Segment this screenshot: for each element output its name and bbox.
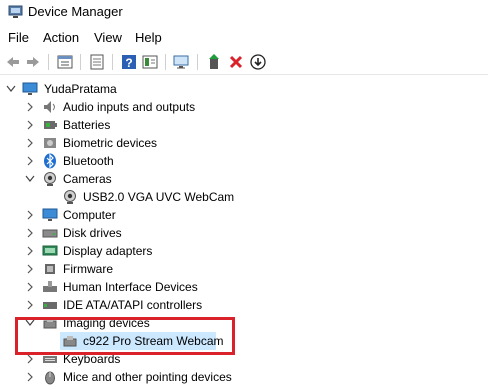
camera-icon — [44, 172, 56, 186]
tree-item-label: Bluetooth — [63, 154, 114, 168]
chevron-right-icon[interactable] — [25, 278, 35, 296]
toolbar-separator — [165, 54, 166, 70]
toolbar-separator — [197, 54, 198, 70]
chevron-down-icon[interactable] — [6, 80, 16, 98]
tree-item-usb-webcam[interactable]: USB2.0 VGA UVC WebCam — [0, 188, 488, 206]
toolbar-separator — [48, 54, 49, 70]
computer-icon — [42, 208, 58, 221]
chevron-down-icon[interactable] — [25, 170, 35, 188]
title-bar: Device Manager — [0, 0, 488, 26]
tree-item-computer[interactable]: Computer — [0, 206, 488, 224]
properties-icon[interactable] — [57, 54, 73, 70]
tree-item-label: Computer — [63, 208, 116, 222]
ide-controller-icon — [43, 302, 57, 309]
menu-bar: File Action View Help — [0, 28, 488, 48]
menu-file[interactable]: File — [6, 30, 31, 45]
view-icon[interactable] — [142, 54, 158, 70]
tree-item-label: Mice and other pointing devices — [63, 370, 232, 384]
webcam-icon — [64, 190, 76, 204]
computer-icon — [22, 82, 38, 95]
chevron-right-icon[interactable] — [25, 206, 35, 224]
tree-item-cameras[interactable]: Cameras — [0, 170, 488, 188]
tree-item-label: Display adapters — [63, 244, 153, 258]
update-driver-list-icon[interactable] — [89, 54, 105, 70]
firmware-icon — [45, 264, 55, 274]
chevron-right-icon[interactable] — [25, 116, 35, 134]
tree-item-label: IDE ATA/ATAPI controllers — [63, 298, 203, 312]
window-title: Device Manager — [28, 4, 123, 19]
chevron-right-icon[interactable] — [25, 260, 35, 278]
tree-root[interactable]: YudaPratama — [0, 80, 488, 98]
biometric-icon — [44, 138, 56, 148]
tree-item-label: Batteries — [63, 118, 111, 132]
tree-item-batteries[interactable]: Batteries — [0, 116, 488, 134]
tree-item-label: Disk drives — [63, 226, 122, 240]
battery-icon — [44, 121, 57, 129]
tree-item-label: Biometric devices — [63, 136, 158, 150]
chevron-right-icon[interactable] — [25, 134, 35, 152]
svg-text:?: ? — [125, 56, 132, 70]
tree-item-biometric[interactable]: Biometric devices — [0, 134, 488, 152]
tree-root-label: YudaPratama — [44, 82, 117, 96]
bluetooth-icon — [44, 153, 56, 169]
tree-item-firmware[interactable]: Firmware — [0, 260, 488, 278]
highlight-annotation-box — [15, 317, 235, 355]
enable-device-icon[interactable] — [206, 54, 222, 70]
chevron-right-icon[interactable] — [25, 152, 35, 170]
mouse-icon — [45, 371, 55, 385]
tree-item-display-adapters[interactable]: Display adapters — [0, 242, 488, 260]
disk-icon — [42, 229, 58, 238]
uninstall-icon[interactable] — [228, 54, 244, 70]
help-icon[interactable]: ? — [121, 54, 137, 70]
tree-item-label: Firmware — [63, 262, 113, 276]
toolbar-separator — [80, 54, 81, 70]
tree-item-audio[interactable]: Audio inputs and outputs — [0, 98, 488, 116]
display-adapter-icon — [42, 245, 58, 256]
toolbar-separator — [112, 54, 113, 70]
tree-item-ide[interactable]: IDE ATA/ATAPI controllers — [0, 296, 488, 314]
tree-item-label: Human Interface Devices — [63, 280, 198, 294]
download-icon[interactable] — [250, 54, 266, 70]
speaker-icon — [44, 101, 55, 113]
tree-item-disk-drives[interactable]: Disk drives — [0, 224, 488, 242]
tree-item-label: Audio inputs and outputs — [63, 100, 196, 114]
chevron-right-icon[interactable] — [25, 98, 35, 116]
chevron-right-icon[interactable] — [25, 368, 35, 386]
chevron-right-icon[interactable] — [25, 224, 35, 242]
toolbar: ? — [0, 50, 488, 75]
tree-item-label: Cameras — [63, 172, 112, 186]
device-manager-icon — [8, 5, 23, 18]
chevron-right-icon[interactable] — [25, 296, 35, 314]
tree-item-mice[interactable]: Mice and other pointing devices — [0, 368, 488, 386]
tree-item-label: USB2.0 VGA UVC WebCam — [83, 190, 235, 204]
tree-item-bluetooth[interactable]: Bluetooth — [0, 152, 488, 170]
tree-item-hid[interactable]: Human Interface Devices — [0, 278, 488, 296]
menu-view[interactable]: View — [92, 30, 124, 45]
forward-icon[interactable] — [25, 54, 41, 70]
back-icon[interactable] — [5, 54, 21, 70]
chevron-right-icon[interactable] — [25, 242, 35, 260]
menu-action[interactable]: Action — [41, 30, 81, 45]
menu-help[interactable]: Help — [133, 30, 164, 45]
monitor-scan-icon[interactable] — [173, 54, 189, 70]
hid-icon — [43, 281, 57, 292]
